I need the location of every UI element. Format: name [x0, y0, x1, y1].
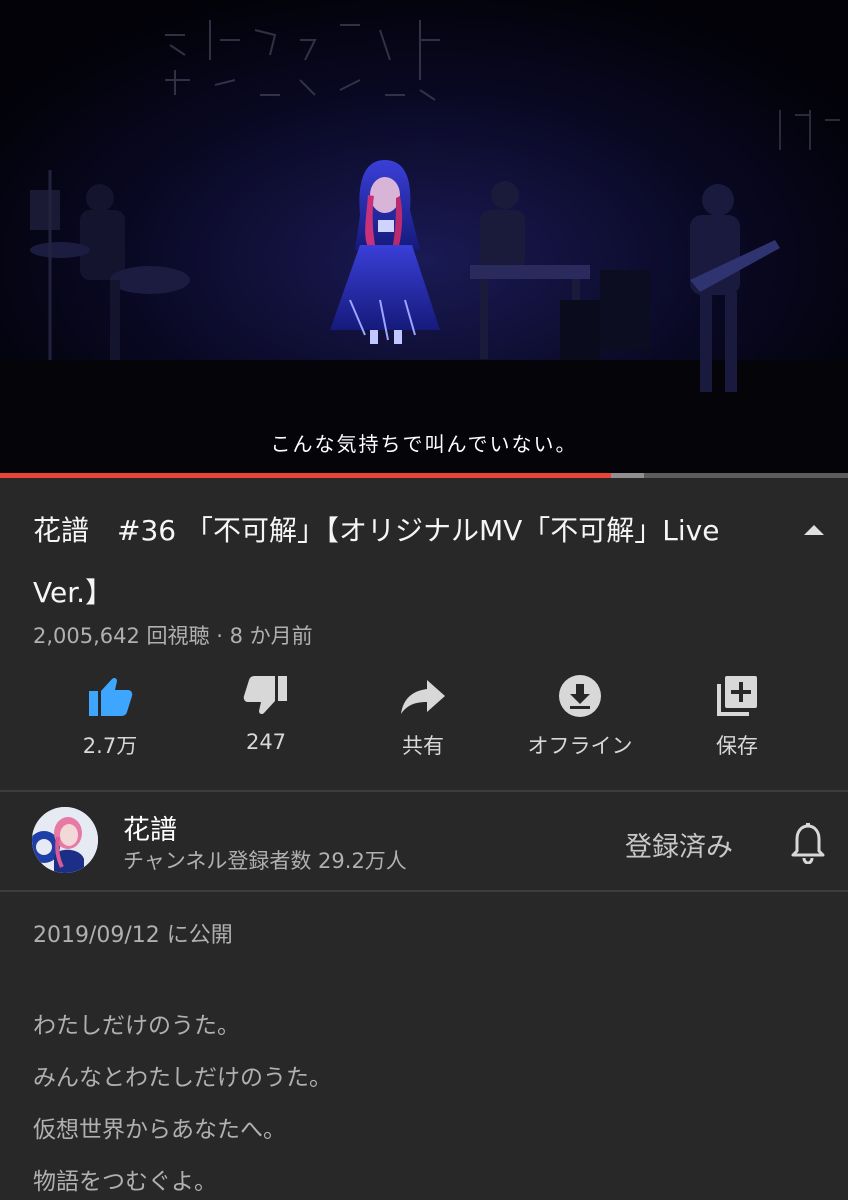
action-bar: 2.7万 247 共有 オフライン 保存 — [0, 672, 848, 772]
video-title: 花譜 #36 「不可解」【オリジナルMV「不可解」Live Ver.】 — [33, 514, 720, 609]
channel-name[interactable]: 花譜 — [123, 808, 177, 847]
download-icon — [559, 675, 601, 717]
video-progress-bar[interactable] — [0, 473, 848, 478]
description-line: 仮想世界からあなたへ。 — [33, 1117, 286, 1143]
dislike-count: 247 — [245, 730, 287, 754]
video-player[interactable]: こんな気持ちで叫んでいない。 — [0, 0, 848, 473]
dislike-button[interactable]: 247 — [186, 672, 346, 754]
video-frame — [0, 0, 848, 473]
channel-subscriber-count: チャンネル登録者数 29.2万人 — [123, 849, 407, 873]
like-button[interactable]: 2.7万 — [30, 672, 190, 760]
subscribed-button[interactable]: 登録済み — [625, 825, 733, 864]
video-metadata: 2,005,642 回視聴 · 8 か月前 — [33, 624, 313, 648]
description-line: 物語をつむぐよ。 — [33, 1169, 217, 1195]
avatar-image — [32, 807, 98, 873]
description-line: わたしだけのうた。 — [33, 1013, 240, 1039]
video-description: わたしだけのうた。 みんなとわたしだけのうた。 仮想世界からあなたへ。 物語をつ… — [33, 1000, 332, 1200]
share-button[interactable]: 共有 — [343, 672, 503, 760]
save-button[interactable]: 保存 — [657, 672, 817, 760]
bell-icon[interactable] — [790, 822, 826, 864]
description-line: みんなとわたしだけのうた。 — [33, 1065, 332, 1091]
divider — [0, 890, 848, 892]
save-playlist-icon — [717, 676, 757, 716]
publish-date: 2019/09/12 に公開 — [33, 923, 233, 948]
divider — [0, 790, 848, 792]
offline-label: オフライン — [527, 734, 633, 758]
progress-played — [0, 473, 611, 478]
share-label: 共有 — [402, 734, 444, 758]
offline-button[interactable]: オフライン — [500, 672, 660, 760]
share-icon — [401, 680, 445, 714]
save-label: 保存 — [716, 734, 758, 758]
chevron-up-icon[interactable] — [800, 516, 828, 544]
thumbs-down-icon — [243, 676, 287, 715]
thumbs-up-icon — [89, 677, 133, 716]
like-count: 2.7万 — [82, 734, 138, 758]
channel-avatar[interactable] — [32, 807, 98, 873]
video-subtitle: こんな気持ちで叫んでいない。 — [270, 432, 578, 456]
